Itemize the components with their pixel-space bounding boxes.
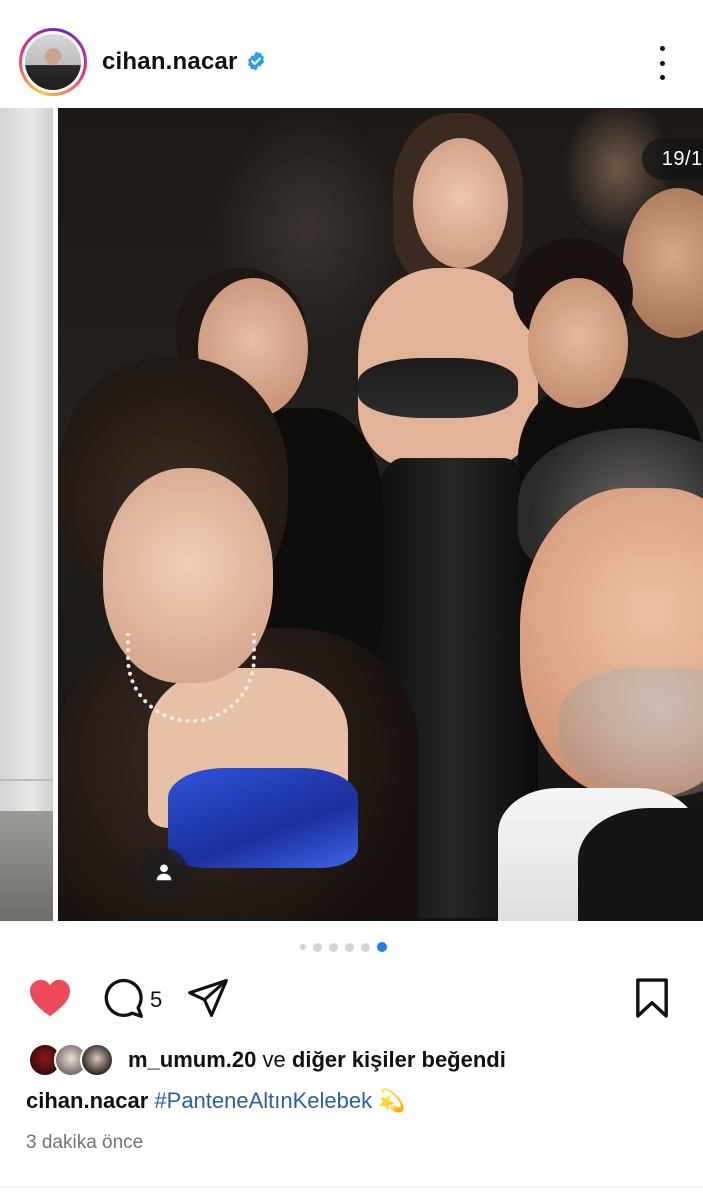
post-media-carousel[interactable]: 19/19 [0, 108, 703, 921]
comment-count: 5 [150, 987, 163, 1012]
divider [0, 1186, 703, 1188]
heart-icon[interactable] [28, 978, 72, 1018]
post-photo[interactable]: 19/19 [58, 108, 703, 921]
likes-connector: ve [262, 1047, 286, 1072]
more-vertical-icon[interactable] [650, 46, 674, 80]
user-tag-icon[interactable] [140, 848, 188, 896]
verified-badge-icon [247, 51, 265, 71]
slide-counter: 19/19 [642, 138, 703, 180]
carousel-dot [329, 942, 338, 952]
share-icon[interactable] [186, 978, 230, 1018]
comment-icon[interactable] [100, 976, 146, 1020]
post-header: cihan.nacar [0, 0, 703, 108]
carousel-dot [345, 942, 354, 952]
carousel-dot-active [377, 942, 387, 952]
post-timestamp: 3 dakika önce [26, 1132, 144, 1153]
carousel-dot [313, 942, 322, 952]
caption-username[interactable]: cihan.nacar [26, 1088, 148, 1113]
likes-others[interactable]: diğer kişiler beğendi [292, 1047, 506, 1072]
liker-username[interactable]: m_umum.20 [128, 1047, 256, 1072]
likes-text: m_umum.20 ve diğer kişiler beğendi [128, 1047, 506, 1073]
post-caption: cihan.nacar #PanteneAltınKelebek 💫 [26, 1088, 406, 1114]
carousel-dots [300, 942, 387, 952]
caption-hashtag[interactable]: #PanteneAltınKelebek [154, 1088, 372, 1113]
carousel-dot [361, 942, 370, 952]
caption-emoji: 💫 [378, 1088, 406, 1113]
bookmark-icon[interactable] [632, 976, 672, 1020]
avatar[interactable] [25, 34, 81, 90]
previous-slide-peek[interactable] [0, 108, 53, 921]
post-username[interactable]: cihan.nacar [102, 48, 238, 76]
carousel-dot [300, 944, 306, 950]
post-actions: 5 [0, 970, 703, 1026]
liker-avatars[interactable] [28, 1043, 118, 1077]
liker-avatar [80, 1043, 114, 1077]
story-ring[interactable] [19, 28, 87, 96]
likes-summary[interactable]: m_umum.20 ve diğer kişiler beğendi [28, 1042, 506, 1078]
